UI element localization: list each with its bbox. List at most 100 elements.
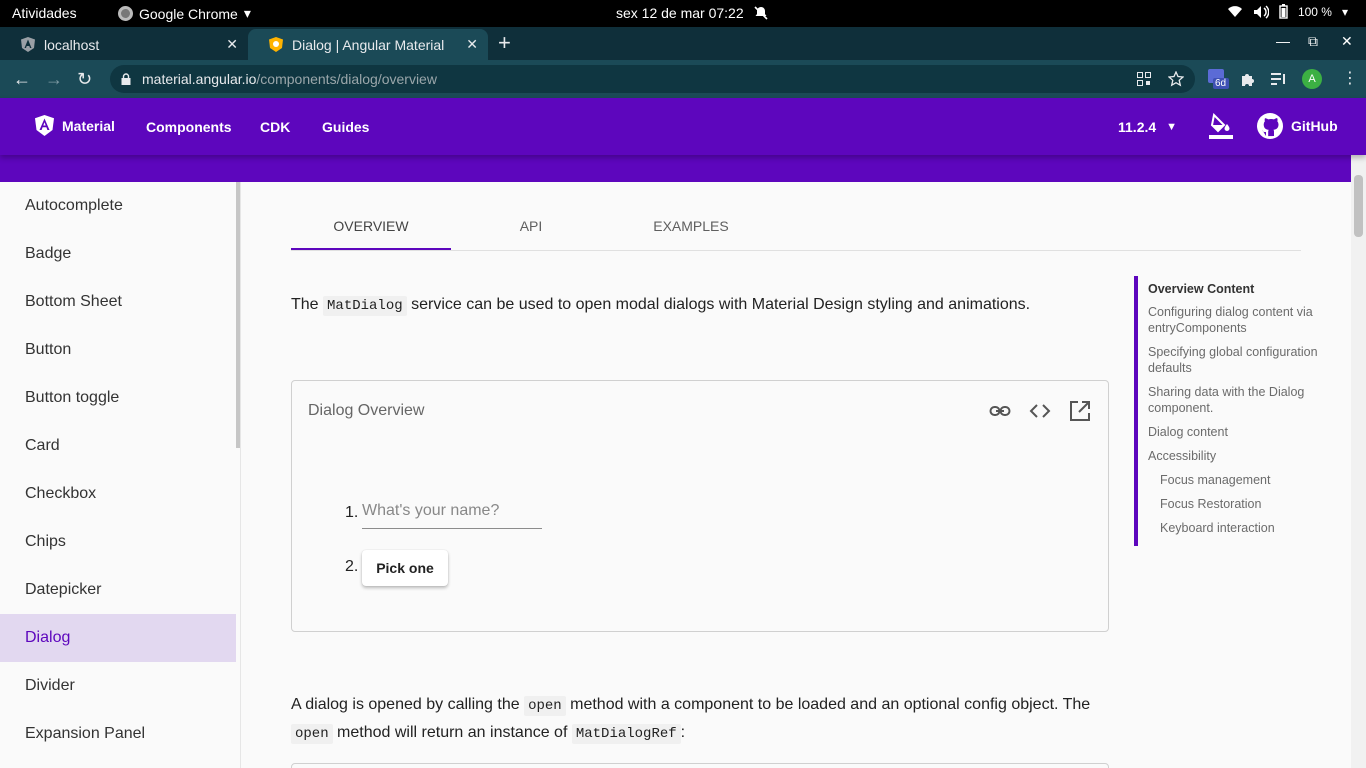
extensions-puzzle-icon[interactable] — [1240, 71, 1256, 87]
qr-code-icon[interactable] — [1137, 72, 1151, 86]
paragraph-text: method will return an instance of — [332, 724, 572, 741]
paragraph-text: A dialog is opened by calling the — [291, 696, 525, 713]
restore-icon[interactable]: ⧉ — [1308, 33, 1318, 50]
angular-logo-icon — [35, 115, 54, 136]
reload-icon[interactable]: ↻ — [77, 70, 92, 88]
table-of-contents: Overview Content Configuring dialog cont… — [1134, 276, 1324, 546]
clock[interactable]: sex 12 de mar 07:22 — [616, 5, 768, 21]
tab-dialog[interactable]: Dialog | Angular Material ✕ — [248, 29, 488, 60]
name-input[interactable]: What's your name? — [362, 502, 542, 529]
profile-avatar[interactable]: A — [1302, 69, 1322, 89]
sidebar-scrollbar-thumb[interactable] — [236, 182, 240, 448]
sidebar-item-expansion-panel[interactable]: Expansion Panel — [0, 710, 236, 758]
sidebar-item-button[interactable]: Button — [0, 326, 236, 374]
material-home-link[interactable]: Material — [35, 115, 115, 136]
chevron-down-icon: ▼ — [1166, 121, 1178, 133]
list-number: 1. — [345, 504, 359, 521]
chevron-down-icon: ▾ — [1341, 4, 1348, 19]
star-icon[interactable] — [1168, 71, 1184, 87]
angular-material-icon — [268, 37, 284, 53]
forward-icon[interactable]: → — [45, 70, 63, 88]
example-viewer: Dialog Overview 1. What's your name? 2. … — [291, 380, 1109, 632]
system-status[interactable]: 100 % ▾ — [1227, 4, 1348, 19]
sidebar-item-autocomplete[interactable]: Autocomplete — [0, 182, 236, 230]
toc-configuring-dialog-content[interactable]: Configuring dialog content via entryComp… — [1148, 304, 1323, 336]
page-scrollbar-thumb[interactable] — [1354, 175, 1363, 237]
sidebar-item-bottom-sheet[interactable]: Bottom Sheet — [0, 278, 236, 326]
toc-accessibility[interactable]: Accessibility — [1148, 448, 1323, 464]
close-tab-icon[interactable]: ✕ — [466, 36, 478, 53]
close-tab-icon[interactable]: ✕ — [226, 36, 238, 53]
app-menu[interactable]: Google Chrome ▾ — [118, 5, 251, 22]
link-icon[interactable] — [989, 400, 1011, 422]
intro-paragraph: The MatDialog service can be used to ope… — [291, 296, 1031, 316]
tab-title: localhost — [44, 36, 100, 53]
sidebar-item-badge[interactable]: Badge — [0, 230, 236, 278]
toc-focus-restoration[interactable]: Focus Restoration — [1160, 496, 1335, 512]
new-tab-button[interactable]: + — [498, 32, 511, 54]
clock-text: sex 12 de mar 07:22 — [616, 5, 744, 21]
sidebar-item-card[interactable]: Card — [0, 422, 236, 470]
list-number: 2. — [345, 558, 359, 575]
docs-toolbar: Material Components CDK Guides 11.2.4 ▼ … — [0, 98, 1366, 155]
address-bar[interactable]: material.angular.io/components/dialog/ov… — [110, 65, 1195, 93]
tab-localhost[interactable]: localhost ✕ — [0, 29, 248, 60]
close-window-icon[interactable]: ✕ — [1341, 33, 1353, 50]
sidebar-item-button-toggle[interactable]: Button toggle — [0, 374, 236, 422]
toc-focus-management[interactable]: Focus management — [1160, 472, 1335, 488]
github-icon — [1257, 113, 1283, 139]
component-sidebar: Autocomplete Badge Bottom Sheet Button B… — [0, 182, 241, 768]
paragraph-text: : — [680, 724, 686, 741]
page-scrollbar[interactable] — [1351, 155, 1366, 768]
more-menu-icon[interactable]: ⋮ — [1342, 68, 1358, 88]
back-icon[interactable]: ← — [13, 70, 31, 88]
lock-icon — [121, 73, 131, 85]
version-picker[interactable]: 11.2.4 ▼ — [1118, 119, 1177, 135]
activities-button[interactable]: Atividades — [12, 5, 77, 21]
notifications-off-icon — [754, 6, 768, 20]
header-strip — [0, 155, 1351, 182]
brand-label: Material — [62, 117, 115, 134]
media-queue-icon[interactable] — [1271, 72, 1287, 86]
battery-percent: 100 % — [1297, 4, 1332, 19]
content-tab-bar: OVERVIEW API EXAMPLES — [291, 200, 1301, 251]
intro-text: The — [291, 296, 324, 313]
sidebar-item-checkbox[interactable]: Checkbox — [0, 470, 236, 518]
sidebar-item-divider[interactable]: Divider — [0, 662, 236, 710]
chrome-icon — [118, 6, 133, 21]
sidebar-item-datepicker[interactable]: Datepicker — [0, 566, 236, 614]
os-top-bar: Atividades Google Chrome ▾ sex 12 de mar… — [0, 0, 1366, 27]
browser-toolbar: ← → ↻ material.angular.io/components/dia… — [0, 60, 1366, 98]
code-open: open — [524, 696, 566, 716]
toc-overview-content[interactable]: Overview Content — [1148, 281, 1323, 297]
toc-sharing-data[interactable]: Sharing data with the Dialog component. — [1148, 384, 1323, 416]
nav-guides[interactable]: Guides — [322, 119, 369, 135]
tab-api[interactable]: API — [451, 200, 611, 250]
theme-picker-icon[interactable] — [1209, 113, 1233, 139]
open-in-new-icon[interactable] — [1069, 400, 1091, 422]
extension-badge: 6d — [1215, 78, 1227, 89]
version-label: 11.2.4 — [1118, 119, 1157, 135]
sidebar-item-dialog[interactable]: Dialog — [0, 614, 236, 662]
toc-global-defaults[interactable]: Specifying global configuration defaults — [1148, 344, 1323, 376]
code-icon[interactable] — [1029, 400, 1051, 422]
nav-cdk[interactable]: CDK — [260, 119, 290, 135]
github-link[interactable]: GitHub — [1257, 113, 1338, 139]
url-host: material.angular.io — [142, 71, 257, 87]
nav-components[interactable]: Components — [146, 119, 232, 135]
intro-text: service can be used to open modal dialog… — [406, 296, 1031, 313]
tab-examples[interactable]: EXAMPLES — [611, 200, 771, 250]
tab-title: Dialog | Angular Material — [292, 36, 445, 53]
open-paragraph-line1: A dialog is opened by calling the open m… — [291, 696, 1090, 716]
toc-keyboard-interaction[interactable]: Keyboard interaction — [1160, 520, 1335, 536]
code-matdialog: MatDialog — [323, 296, 407, 316]
sidebar-item-chips[interactable]: Chips — [0, 518, 236, 566]
app-name: Google Chrome — [139, 5, 238, 22]
toc-dialog-content[interactable]: Dialog content — [1148, 424, 1323, 440]
extension-calendar-icon[interactable]: 6d — [1207, 68, 1229, 95]
minimize-icon[interactable]: — — [1276, 33, 1290, 49]
code-snippet-box — [291, 763, 1109, 768]
battery-icon — [1279, 4, 1288, 19]
pick-one-button[interactable]: Pick one — [362, 550, 448, 586]
tab-overview[interactable]: OVERVIEW — [291, 200, 451, 250]
